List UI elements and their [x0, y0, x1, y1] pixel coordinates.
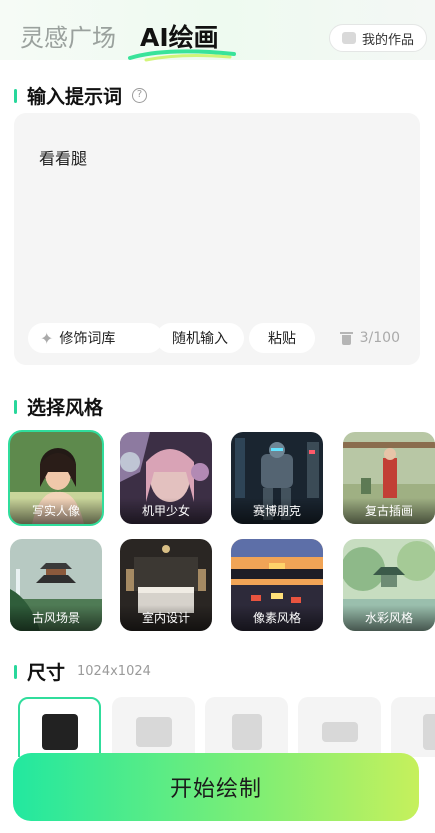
- style-label: 古风场景: [10, 605, 102, 631]
- my-works-label: 我的作品: [361, 32, 414, 48]
- wide-ratio-icon: [321, 722, 358, 742]
- style-card-realistic-portrait[interactable]: 写实人像: [8, 430, 104, 526]
- help-icon[interactable]: ?: [132, 88, 148, 103]
- folder-icon: [341, 32, 356, 44]
- style-label: 复古插画: [343, 498, 435, 524]
- prompt-input[interactable]: 看看腿: [39, 145, 87, 169]
- trash-icon[interactable]: [339, 331, 353, 345]
- size-title: 尺寸: [27, 662, 66, 684]
- style-card-cyberpunk[interactable]: 赛博朋克: [231, 432, 323, 524]
- random-input-label: 随机输入: [172, 331, 228, 347]
- section-marker: [14, 88, 17, 103]
- size-option-landscape[interactable]: [112, 697, 195, 757]
- size-section-title: 尺寸 1024x1024: [14, 658, 151, 685]
- style-card-ancient-scene[interactable]: 古风场景: [10, 539, 102, 631]
- size-current: 1024x1024: [77, 664, 151, 679]
- sparkle-icon: ✦: [40, 328, 54, 348]
- style-label: 像素风格: [231, 605, 323, 631]
- random-input-button[interactable]: 随机输入: [156, 323, 244, 353]
- size-option-portrait[interactable]: [205, 697, 288, 757]
- style-card-retro-illustration[interactable]: 复古插画: [343, 432, 435, 524]
- style-label: 室内设计: [120, 605, 212, 631]
- style-card-pixel-style[interactable]: 像素风格: [231, 539, 323, 631]
- size-option-wide[interactable]: [298, 697, 381, 757]
- style-label: 水彩风格: [343, 605, 435, 631]
- style-card-mecha-girl[interactable]: 机甲少女: [120, 432, 212, 524]
- modifier-library-label: 修饰词库: [59, 331, 116, 347]
- tab-inspiration[interactable]: 灵感广场: [20, 20, 116, 56]
- modifier-library-button[interactable]: ✦ 修饰词库: [28, 323, 163, 353]
- active-tab-underline: [128, 49, 236, 62]
- style-title: 选择风格: [27, 397, 104, 419]
- char-counter: 3/100: [339, 330, 400, 346]
- paste-label: 粘贴: [268, 331, 296, 347]
- landscape-ratio-icon: [135, 717, 172, 747]
- portrait-ratio-icon: [231, 714, 262, 750]
- style-label: 写实人像: [10, 498, 102, 524]
- style-card-watercolor-style[interactable]: 水彩风格: [343, 539, 435, 631]
- start-drawing-button[interactable]: 开始绘制: [13, 753, 419, 821]
- paste-button[interactable]: 粘贴: [249, 323, 315, 353]
- style-label: 机甲少女: [120, 498, 212, 524]
- tab-ai-painting[interactable]: AI绘画: [128, 20, 236, 62]
- prompt-input-box[interactable]: 看看腿 ✦ 修饰词库 随机输入 粘贴 3/100: [14, 113, 420, 365]
- style-section-title: 选择风格: [14, 393, 103, 420]
- char-count: 3/100: [359, 330, 400, 346]
- tall-ratio-icon: [422, 714, 435, 750]
- square-ratio-icon: [41, 714, 78, 750]
- style-label: 赛博朋克: [231, 498, 323, 524]
- style-card-interior-design[interactable]: 室内设计: [120, 539, 212, 631]
- size-option-square[interactable]: [18, 697, 101, 757]
- top-tabs: 灵感广场 AI绘画: [20, 20, 243, 62]
- section-marker: [14, 664, 17, 679]
- prompt-section-title: 输入提示词 ?: [14, 82, 148, 109]
- size-option-tall[interactable]: [391, 697, 435, 757]
- size-options: [18, 697, 435, 757]
- my-works-button[interactable]: 我的作品: [328, 24, 427, 52]
- section-marker: [14, 399, 17, 414]
- prompt-title: 输入提示词: [27, 86, 123, 108]
